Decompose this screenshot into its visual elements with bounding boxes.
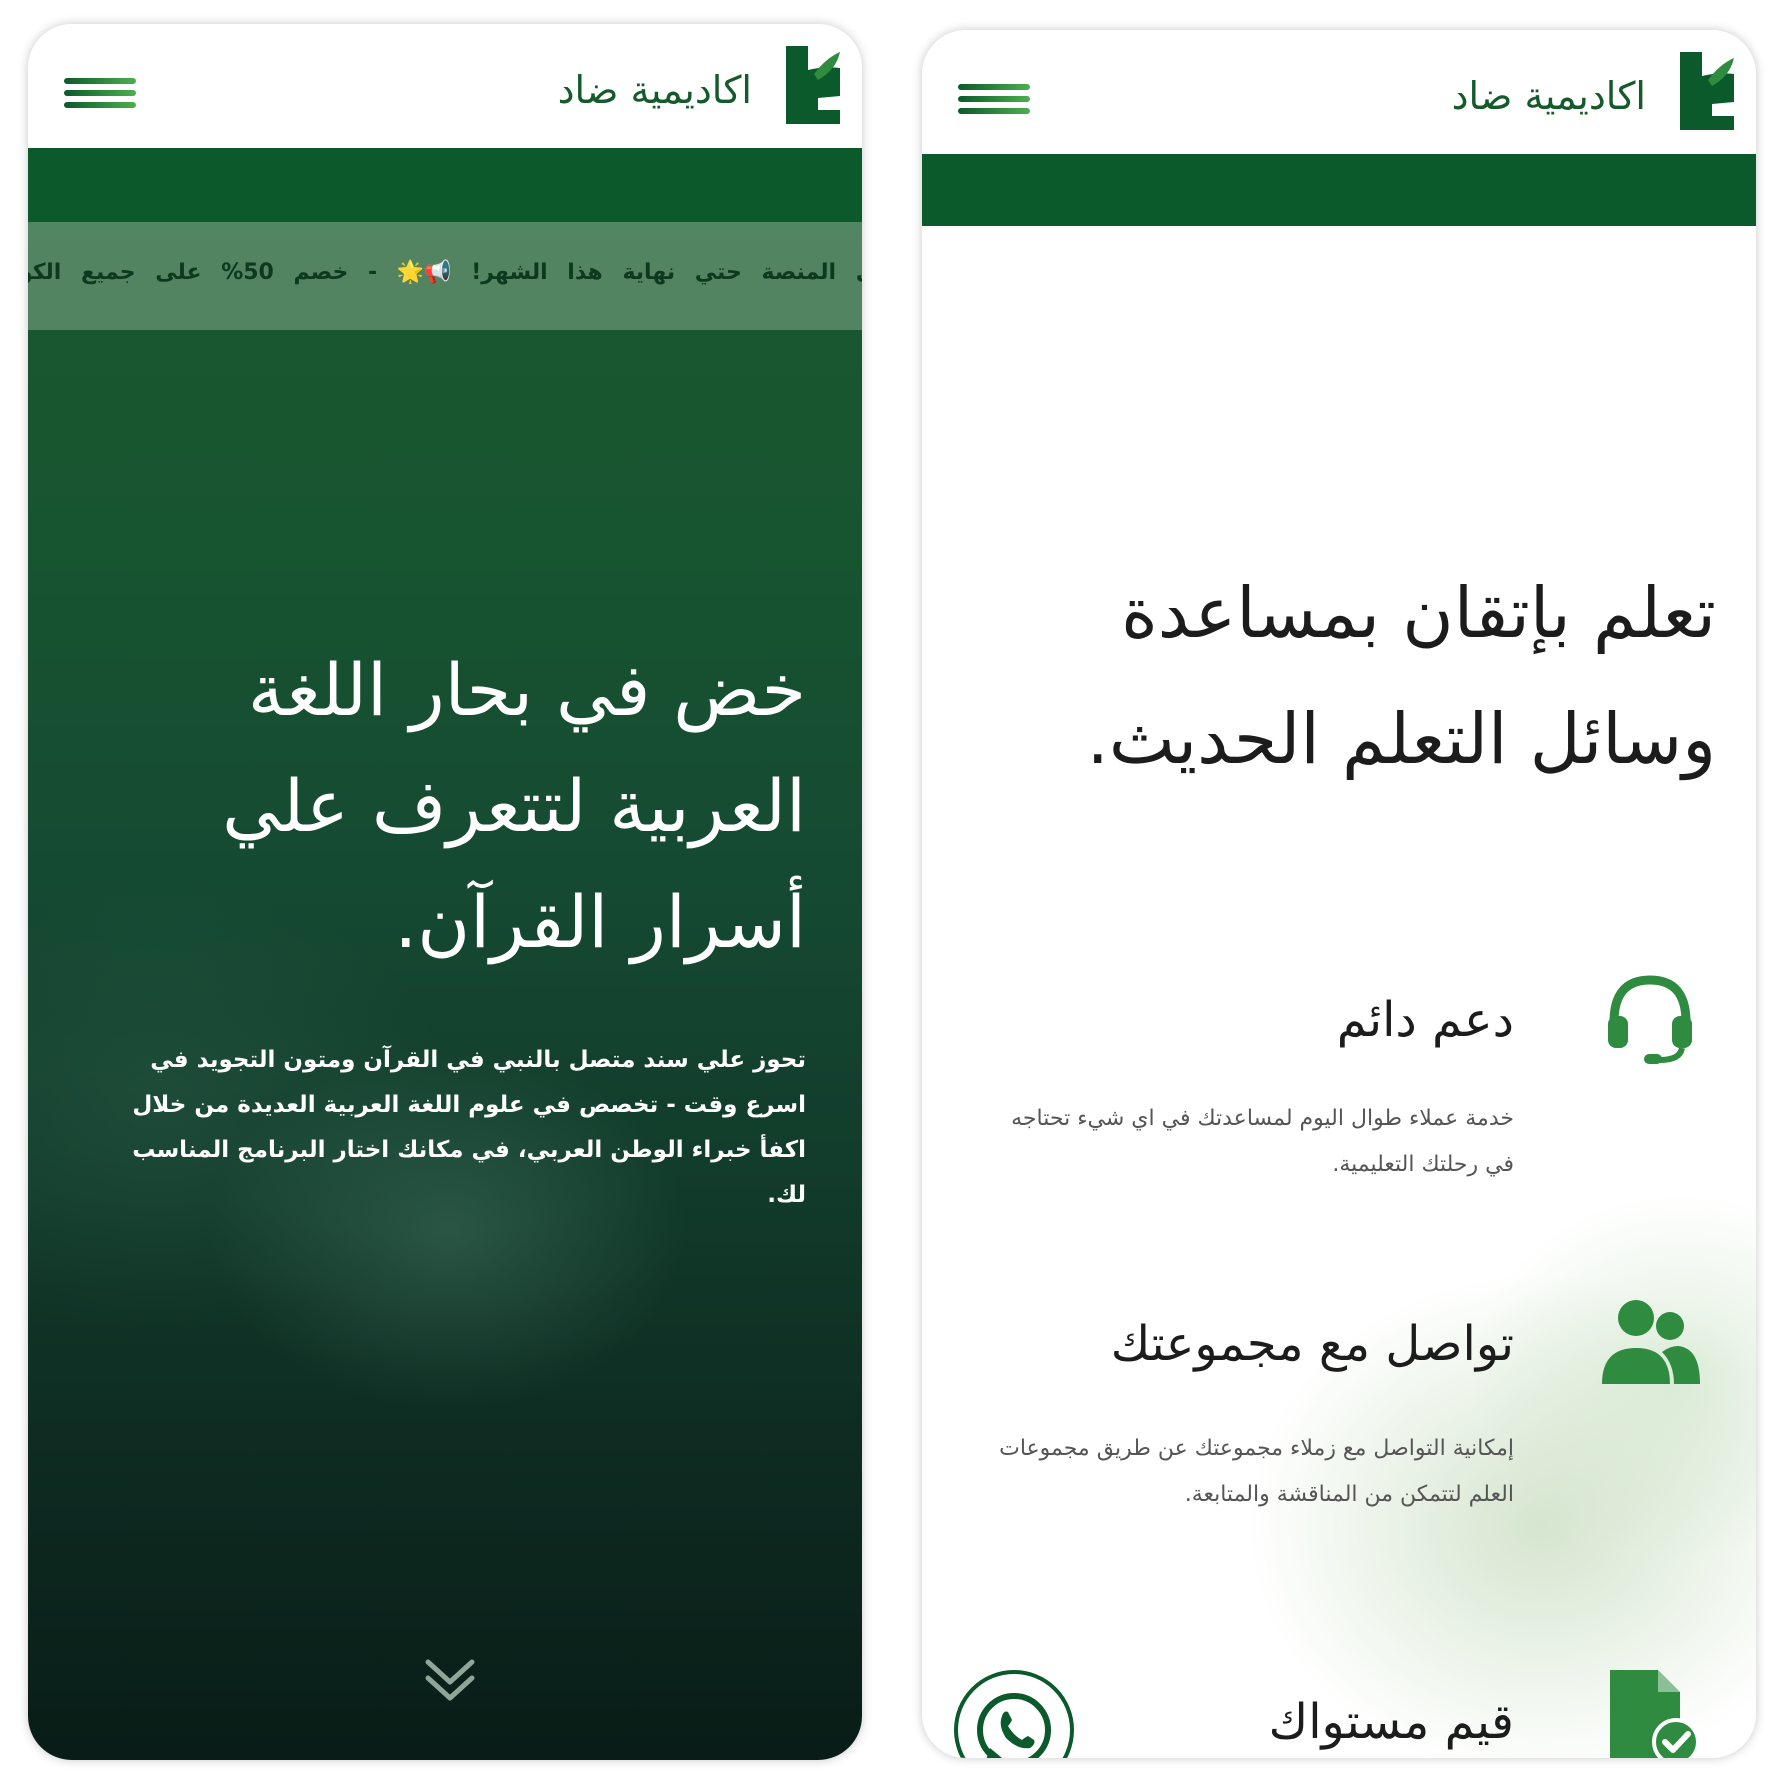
- whatsapp-chat-button[interactable]: [954, 1670, 1074, 1758]
- hamburger-menu-icon[interactable]: [958, 84, 1030, 114]
- headset-icon: [1608, 975, 1692, 1064]
- promo-ticker: على المنصة حتي نهاية هذا الشهر! 📢🌟 - خصم…: [28, 222, 862, 330]
- scroll-down-chevron-icon[interactable]: [420, 1648, 480, 1708]
- users-icon: [1602, 1300, 1700, 1384]
- feature-title-group: تواصل مع مجموعتك: [1110, 1316, 1514, 1372]
- academy-logo-icon[interactable]: [1672, 46, 1740, 134]
- right-phone-screen: اكاديمية ضاد تعلم بإتقان بمساعدة وسائل ا…: [922, 30, 1756, 1758]
- section-title: تعلم بإتقان بمساعدة وسائل التعلم الحديث.: [1086, 572, 1716, 780]
- hero-top-strip: [28, 148, 862, 222]
- feature-title-support: دعم دائم: [1336, 992, 1514, 1048]
- file-check-icon: [1610, 1670, 1700, 1758]
- hamburger-menu-icon[interactable]: [64, 78, 136, 108]
- feature-desc-support: خدمة عملاء طوال اليوم لمساعدتك في اي شيء…: [1011, 1106, 1514, 1177]
- hero-subtitle: تحوز علي سند متصل بالنبي في القرآن ومتون…: [132, 1047, 806, 1208]
- whatsapp-icon: [977, 1693, 1051, 1758]
- left-phone-screen: اكاديمية ضاد على المنصة حتي نهاية هذا ال…: [28, 24, 862, 1760]
- feature-desc-group: إمكانية التواصل مع زملاء مجموعتك عن طريق…: [999, 1436, 1514, 1507]
- promo-ticker-text: على المنصة حتي نهاية هذا الشهر! 📢🌟 - خصم…: [28, 260, 862, 285]
- header-green-bar: [922, 154, 1756, 226]
- hero-title: خض في بحار اللغة العربية لتتعرف علي أسرا…: [222, 648, 806, 964]
- brand-name[interactable]: اكاديمية ضاد: [1452, 74, 1646, 118]
- feature-title-assess: قيم مستواك: [1268, 1694, 1514, 1750]
- site-header: اكاديمية ضاد: [28, 24, 862, 148]
- academy-logo-icon[interactable]: [778, 40, 846, 128]
- brand-name[interactable]: اكاديمية ضاد: [558, 68, 752, 112]
- site-header: اكاديمية ضاد: [922, 30, 1756, 154]
- hero-section: على المنصة حتي نهاية هذا الشهر! 📢🌟 - خصم…: [28, 148, 862, 1760]
